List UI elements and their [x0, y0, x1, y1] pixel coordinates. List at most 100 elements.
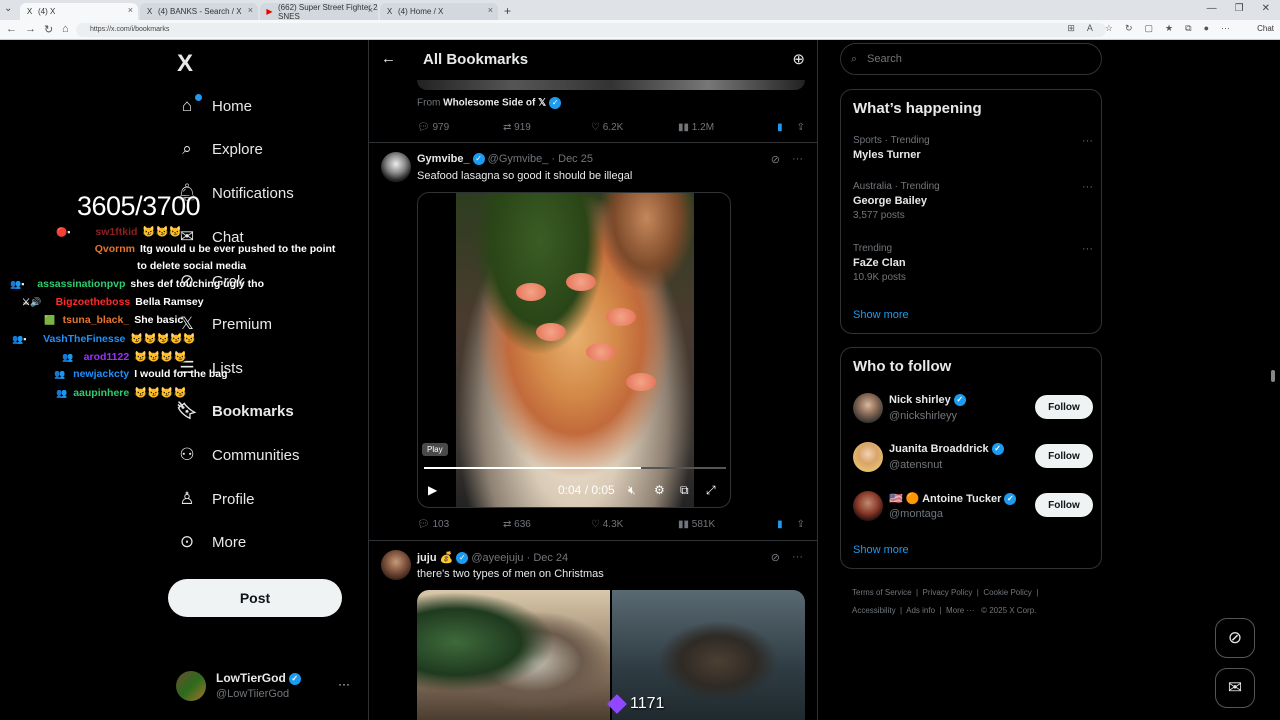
add-folder-icon[interactable]: ⊕: [792, 50, 805, 68]
browser-tab-2[interactable]: X (4) BANKS - Search / X ×: [140, 3, 258, 20]
post-button[interactable]: Post: [168, 579, 342, 617]
author-handle[interactable]: @ayeejuju: [471, 552, 523, 564]
close-window-icon[interactable]: ✕: [1262, 3, 1270, 14]
scrollbar-thumb[interactable]: [1271, 370, 1275, 382]
footer-link[interactable]: Privacy Policy: [923, 588, 973, 597]
reload-icon[interactable]: ↻: [44, 23, 53, 36]
avatar[interactable]: [853, 442, 883, 472]
tweet-date[interactable]: Dec 25: [558, 153, 593, 165]
search-input[interactable]: ⌕ Search: [840, 43, 1102, 75]
follow-button[interactable]: Follow: [1035, 493, 1093, 517]
refresh-icon[interactable]: ↻: [1125, 23, 1133, 34]
nav-more[interactable]: ⊙ More: [177, 527, 246, 557]
browser-tab-4[interactable]: X (4) Home / X ×: [380, 3, 498, 20]
author-name[interactable]: Gymvibe_: [417, 153, 470, 165]
previous-tweet-media[interactable]: [417, 80, 805, 90]
extension-icon[interactable]: ⊞: [1067, 23, 1075, 34]
nav-home[interactable]: ⌂ Home: [177, 91, 252, 121]
close-tab-icon[interactable]: ×: [488, 5, 493, 15]
video-player[interactable]: Play ▶ 0:04 / 0:05 🔇︎ ⚙ ⧉ ⤢: [417, 192, 731, 508]
follow-suggestion[interactable]: Nick shirley ✓ @nickshirleyy Follow: [853, 391, 1093, 427]
pip-icon[interactable]: ⧉: [680, 483, 689, 498]
footer-link[interactable]: Cookie Policy: [983, 588, 1031, 597]
forward-icon[interactable]: →: [25, 23, 36, 35]
show-more-link[interactable]: Show more: [853, 544, 909, 556]
fullscreen-icon[interactable]: ⤢: [706, 483, 716, 498]
close-tab-icon[interactable]: ×: [248, 5, 253, 15]
like-button[interactable]: ♡ 4.3K: [591, 517, 678, 531]
profile-icon[interactable]: ●: [1204, 23, 1209, 34]
nav-premium[interactable]: 𝕏 Premium: [177, 309, 272, 339]
home-browser-icon[interactable]: ⌂: [62, 23, 69, 35]
follow-button[interactable]: Follow: [1035, 395, 1093, 419]
favorites-icon[interactable]: ★: [1165, 23, 1173, 34]
trend-item[interactable]: Australia · Trending George Bailey 3,577 p…: [853, 181, 1093, 221]
nav-notifications[interactable]: 🔔︎ Notifications: [176, 178, 294, 208]
close-tab-icon[interactable]: ×: [368, 5, 373, 15]
split-icon[interactable]: ▢: [1145, 23, 1154, 34]
bookmark-icon[interactable]: ▮: [777, 120, 783, 134]
more-icon[interactable]: ···: [792, 153, 803, 166]
read-aloud-icon[interactable]: A: [1087, 23, 1093, 34]
grok-icon[interactable]: ⊘: [771, 551, 780, 564]
avatar[interactable]: [853, 491, 883, 521]
nav-chat[interactable]: ✉ Chat: [177, 222, 244, 252]
more-icon[interactable]: ···: [1082, 135, 1093, 147]
follow-suggestion[interactable]: 🇺🇸 🟠 Antoine Tucker ✓ @montaga Follow: [853, 489, 1093, 525]
more-icon[interactable]: ···: [1082, 181, 1093, 193]
account-switcher[interactable]: LowTierGod ✓ @LowTiierGod ···: [176, 667, 358, 705]
media-image-left[interactable]: [417, 590, 610, 720]
author-handle[interactable]: @Gymvibe_: [488, 153, 549, 165]
nav-explore[interactable]: ⌕ Explore: [177, 134, 263, 164]
menu-icon[interactable]: ···: [1221, 23, 1230, 34]
trend-item[interactable]: Sports · Trending Myles Turner ···: [853, 135, 1093, 161]
video-progress-bar[interactable]: [424, 467, 726, 469]
nav-bookmarks[interactable]: 🔖︎ Bookmarks: [176, 396, 294, 426]
more-icon[interactable]: ···: [338, 677, 350, 691]
browser-tab-3[interactable]: ▶ (662) Super Street Fighter 2 SNES ×: [260, 3, 378, 21]
avatar[interactable]: [853, 393, 883, 423]
nav-lists[interactable]: ☰ Lists: [177, 353, 242, 383]
footer-link[interactable]: More ···: [946, 606, 974, 615]
more-icon[interactable]: ···: [1082, 243, 1093, 255]
media-image-right[interactable]: [612, 590, 805, 720]
reply-button[interactable]: 💬︎ 979: [417, 120, 503, 134]
footer-link[interactable]: Accessibility: [852, 606, 896, 615]
close-tab-icon[interactable]: ×: [128, 5, 133, 15]
back-arrow-icon[interactable]: ←: [381, 50, 396, 67]
like-button[interactable]: ♡ 6.2K: [591, 120, 678, 134]
x-logo-icon[interactable]: X: [177, 50, 193, 78]
grok-icon[interactable]: ⊘: [771, 153, 780, 166]
maximize-icon[interactable]: ❐: [1235, 3, 1244, 14]
browser-tab-1[interactable]: X (4) X ×: [20, 3, 138, 20]
collections-icon[interactable]: ⧉: [1185, 23, 1191, 34]
show-more-link[interactable]: Show more: [853, 309, 909, 321]
author-name[interactable]: juju 💰: [417, 552, 453, 564]
tab-search-icon[interactable]: ⌄: [4, 3, 12, 14]
avatar[interactable]: [381, 152, 411, 182]
url-bar[interactable]: https://x.com/i/bookmarks: [76, 23, 1106, 37]
back-icon[interactable]: ←: [6, 23, 17, 35]
share-icon[interactable]: ⇪: [797, 120, 805, 134]
follow-suggestion[interactable]: Juanita Broaddrick ✓ @atensnut Follow: [853, 440, 1093, 476]
repost-button[interactable]: ⇄ 636: [503, 517, 591, 531]
share-icon[interactable]: ⇪: [797, 517, 805, 531]
tweet-media[interactable]: [417, 590, 805, 720]
nav-profile[interactable]: ♙ Profile: [177, 484, 254, 514]
play-icon[interactable]: ▶: [428, 483, 437, 497]
avatar[interactable]: [381, 550, 411, 580]
favorite-icon[interactable]: ☆: [1105, 23, 1113, 34]
more-icon[interactable]: ···: [792, 551, 803, 564]
footer-link[interactable]: Terms of Service: [852, 588, 912, 597]
views-button[interactable]: ▮▮ 581K: [678, 517, 768, 531]
new-tab-button[interactable]: +: [504, 3, 511, 20]
copilot-chat-button[interactable]: Chat: [1257, 24, 1274, 33]
minimize-icon[interactable]: —: [1207, 3, 1217, 14]
footer-link[interactable]: Ads info: [906, 606, 935, 615]
nav-grok[interactable]: ⊘ Grok: [177, 266, 245, 296]
trend-item[interactable]: Trending FaZe Clan 10.9K posts ···: [853, 243, 1093, 283]
mute-icon[interactable]: 🔇︎: [628, 483, 636, 498]
views-button[interactable]: ▮▮ 1.2M: [678, 120, 768, 134]
reply-button[interactable]: 💬︎ 103: [417, 517, 503, 531]
settings-icon[interactable]: ⚙: [654, 483, 665, 497]
